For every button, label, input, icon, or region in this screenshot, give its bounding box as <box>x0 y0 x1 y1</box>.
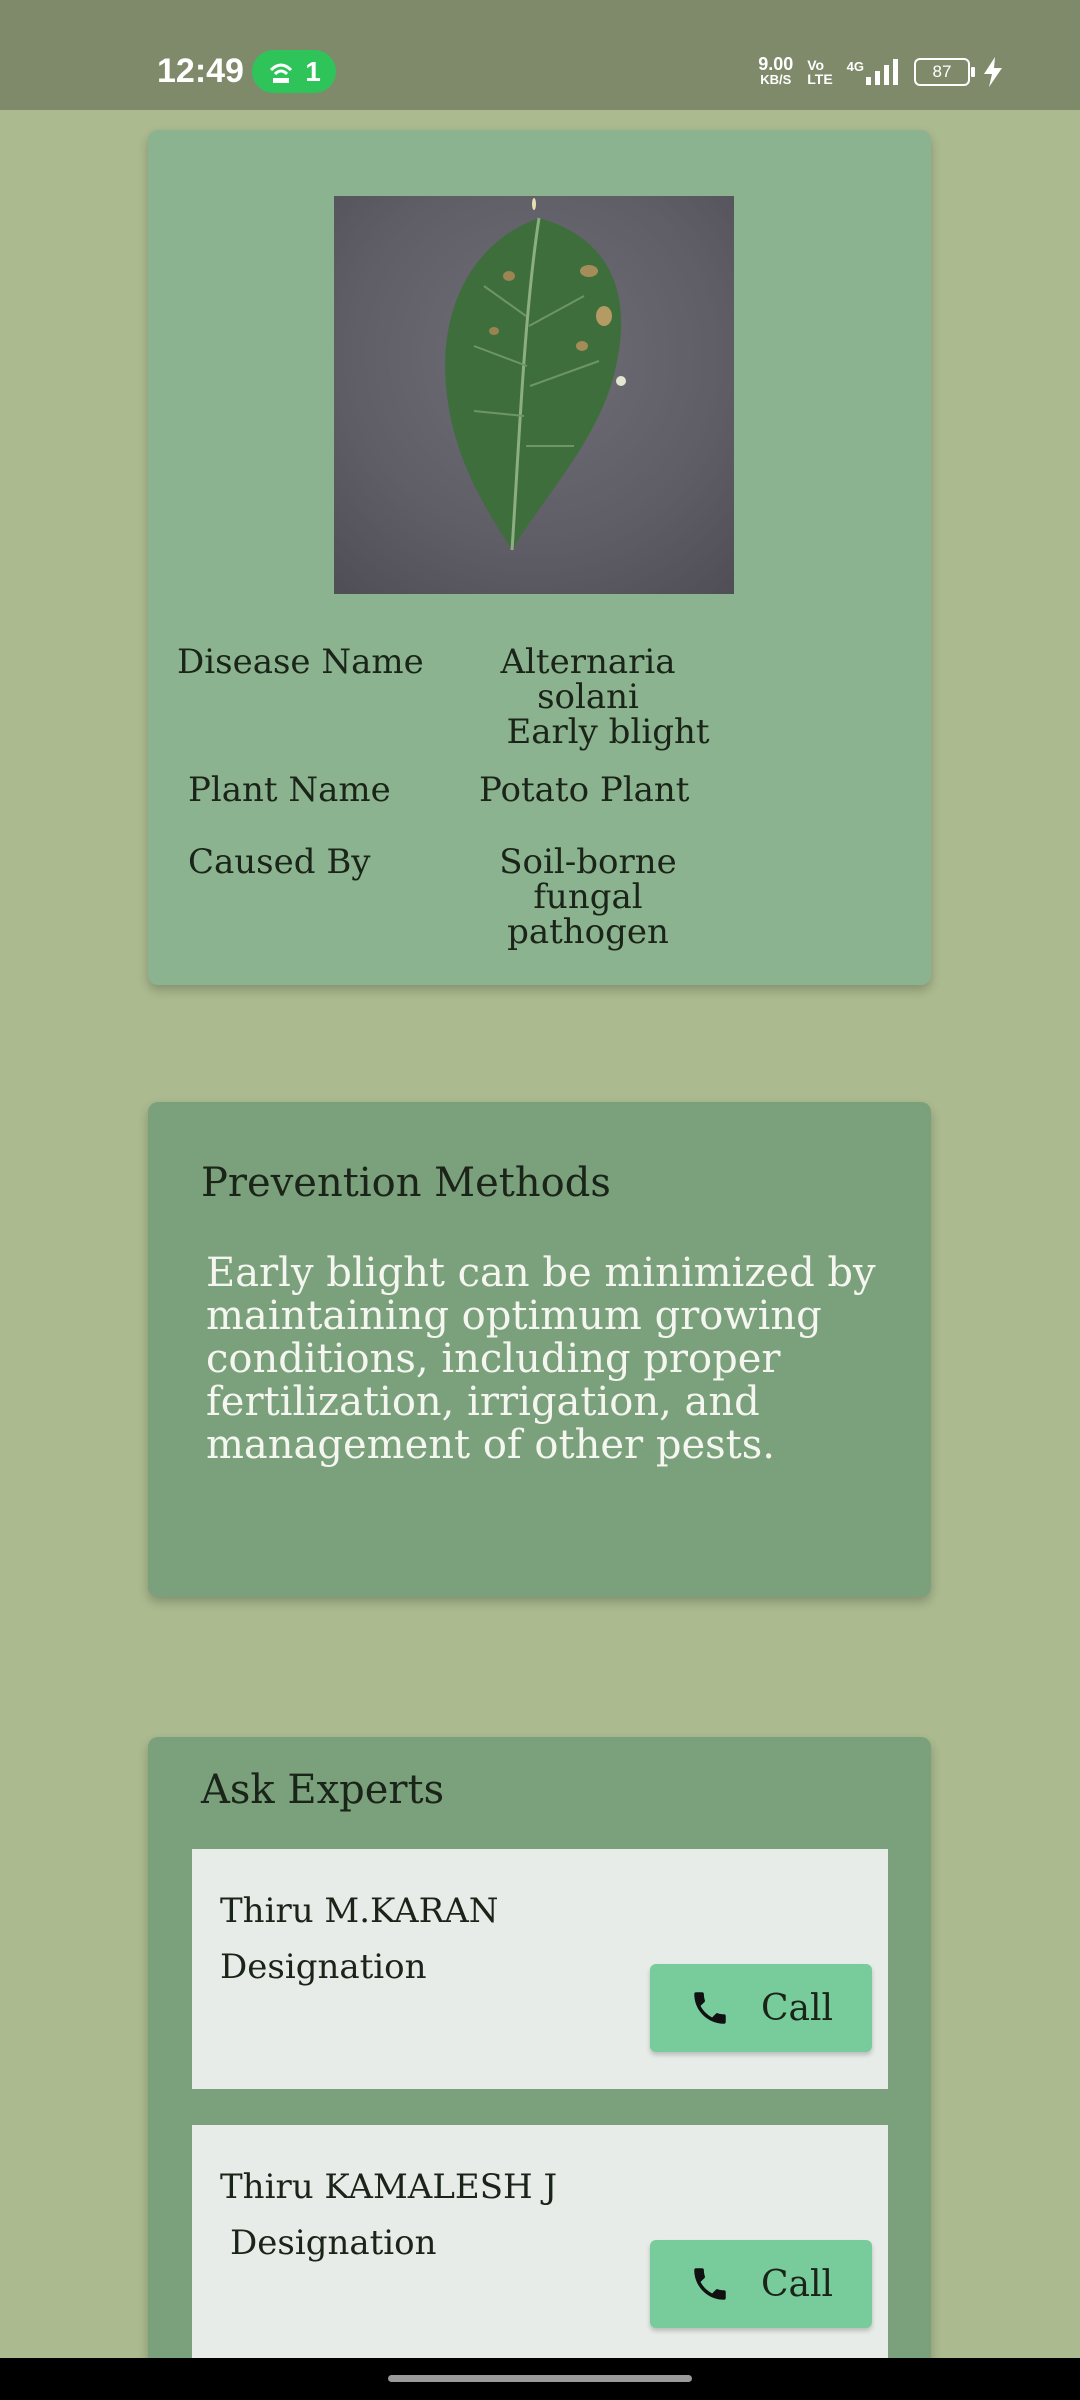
disease-name-line2: Early blight <box>506 712 710 752</box>
network-speed-unit: KB/S <box>760 72 792 87</box>
disease-name-value: Alternaria solani Early blight <box>448 645 728 750</box>
status-bar: 12:49 1 9.00 KB/S Vo LTE 4G 87 <box>0 0 1080 110</box>
hotspot-indicator: 1 <box>252 50 336 93</box>
expert-designation: Designation <box>230 2223 437 2263</box>
hotspot-count: 1 <box>305 55 321 87</box>
network-speed-value: 9.00 <box>758 54 794 74</box>
disease-details-card: Disease Name Alternaria solani Early bli… <box>148 130 931 985</box>
disease-name-label: Disease Name <box>177 642 424 682</box>
plant-name-label: Plant Name <box>188 770 391 810</box>
volte-indicator: Vo LTE <box>807 58 832 86</box>
expert-card: Thiru KAMALESH J Designation Call <box>192 2125 888 2365</box>
call-label: Call <box>760 2263 834 2305</box>
battery-icon: 87 <box>914 58 975 86</box>
leaf-image <box>334 196 734 594</box>
call-label: Call <box>760 1987 834 2029</box>
plant-name-value: Potato Plant <box>479 770 690 810</box>
prevention-title: Prevention Methods <box>201 1160 611 1206</box>
network-speed: 9.00 KB/S <box>758 54 794 88</box>
status-time: 12:49 <box>157 52 244 90</box>
expert-name: Thiru M.KARAN <box>220 1891 499 1931</box>
charging-icon <box>984 57 1002 87</box>
expert-name: Thiru KAMALESH J <box>220 2167 558 2207</box>
home-gesture-handle[interactable] <box>388 2375 692 2382</box>
caused-by-label: Caused By <box>188 842 371 882</box>
disease-name-line1: Alternaria solani <box>500 642 676 717</box>
network-type: 4G <box>846 59 864 74</box>
battery-level: 87 <box>932 62 952 81</box>
phone-icon <box>694 1992 726 2024</box>
call-button[interactable]: Call <box>650 2240 872 2328</box>
expert-card: Thiru M.KARAN Designation Call <box>192 1849 888 2089</box>
prevention-card: Prevention Methods Early blight can be m… <box>148 1102 931 1597</box>
expert-designation: Designation <box>220 1947 427 1987</box>
caused-by-line2: pathogen <box>507 912 669 952</box>
volte-top: Vo <box>807 57 825 73</box>
signal-indicator: 4G <box>847 59 900 85</box>
prevention-text: Early blight can be minimized by maintai… <box>206 1250 876 1468</box>
ask-experts-card: Ask Experts Thiru M.KARAN Designation Ca… <box>148 1737 931 2400</box>
phone-icon <box>694 2268 726 2300</box>
hotspot-icon <box>270 63 293 83</box>
call-button[interactable]: Call <box>650 1964 872 2052</box>
caused-by-value: Soil-borne fungal pathogen <box>448 845 728 950</box>
navigation-bar <box>0 2358 1080 2400</box>
signal-strength-icon <box>866 59 898 85</box>
caused-by-line1: Soil-borne fungal <box>499 842 677 917</box>
volte-bottom: LTE <box>807 71 833 87</box>
ask-experts-title: Ask Experts <box>201 1767 445 1813</box>
